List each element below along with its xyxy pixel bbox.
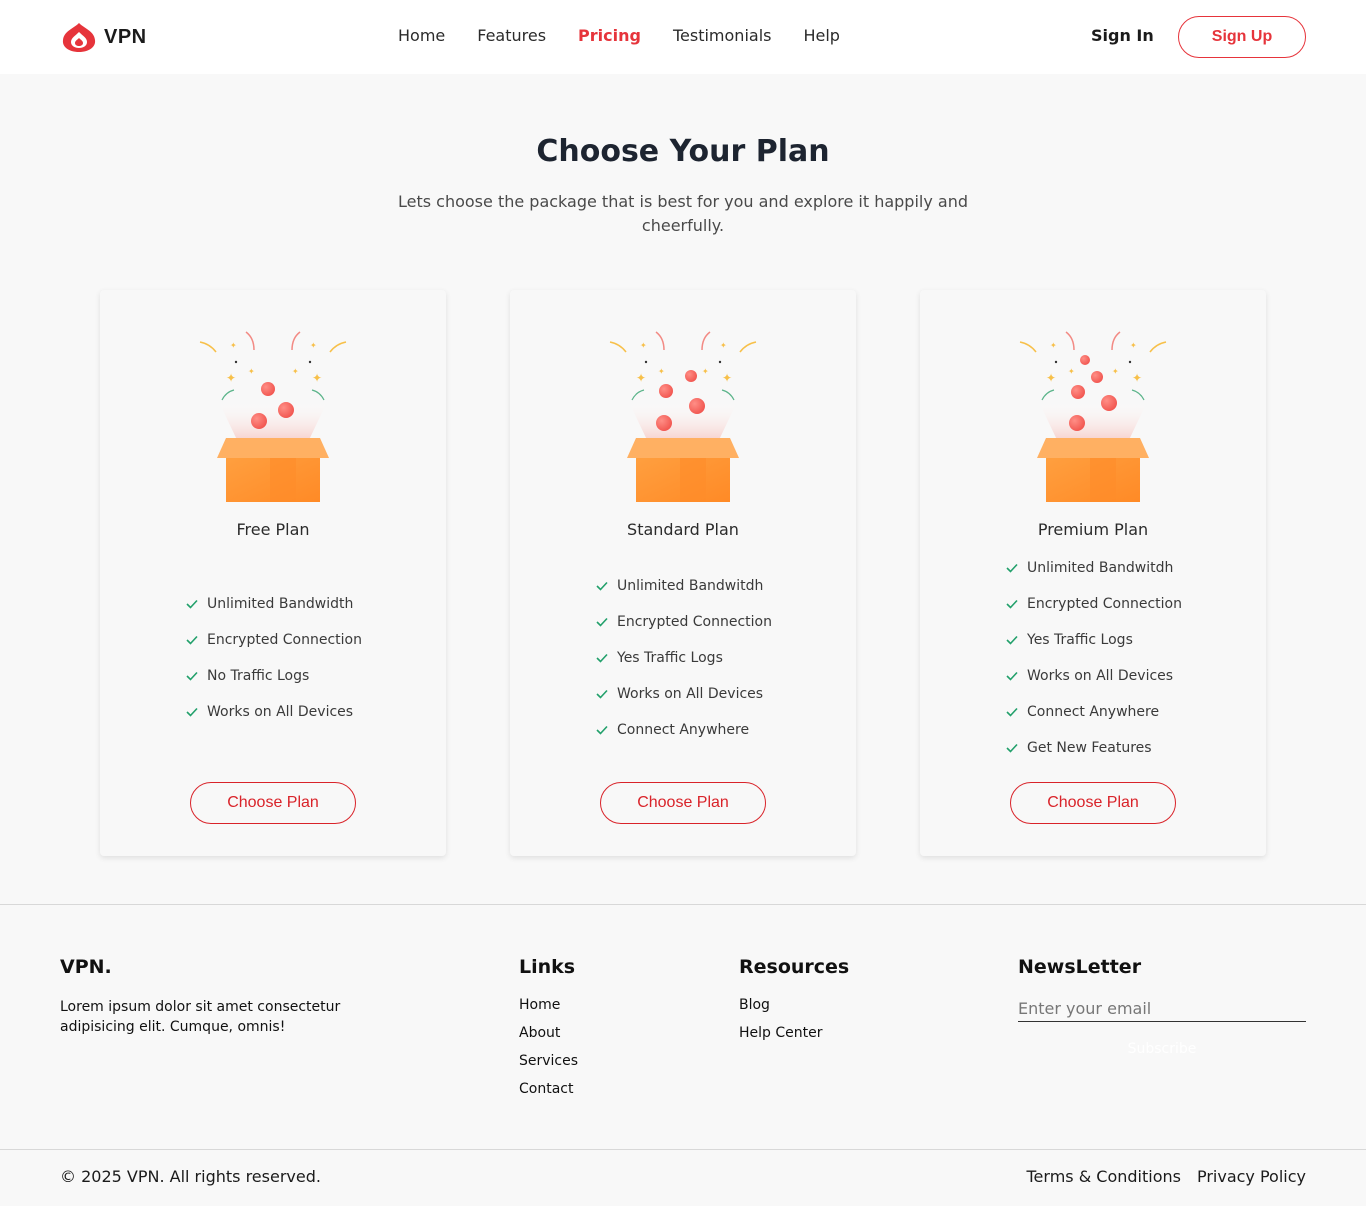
footer-links-title: Links xyxy=(519,956,576,978)
plan-name: Standard Plan xyxy=(627,520,739,539)
nav-testimonials[interactable]: Testimonials xyxy=(673,26,772,45)
svg-text:✦: ✦ xyxy=(312,371,322,385)
feature-item: Unlimited Bandwidth xyxy=(185,586,362,622)
feature-item: Encrypted Connection xyxy=(185,622,362,658)
footer-link-help-center[interactable]: Help Center xyxy=(739,1025,823,1053)
check-icon xyxy=(595,615,609,629)
feature-item: Get New Features xyxy=(1005,730,1182,766)
feature-item: Yes Traffic Logs xyxy=(1005,622,1182,658)
svg-text:✦: ✦ xyxy=(720,341,727,350)
feature-list: Unlimited Bandwitdh Encrypted Connection… xyxy=(595,568,772,748)
gift-box-icon: ✦ ✦ ✦ ✦ ✦ ✦ xyxy=(199,331,347,502)
svg-text:✦: ✦ xyxy=(310,341,317,350)
svg-text:✦: ✦ xyxy=(1112,367,1119,376)
svg-text:✦: ✦ xyxy=(230,341,237,350)
feature-item: Works on All Devices xyxy=(185,694,362,730)
logo[interactable]: VPN xyxy=(60,20,147,54)
svg-text:✦: ✦ xyxy=(636,371,646,385)
check-icon xyxy=(595,579,609,593)
feature-item: Encrypted Connection xyxy=(595,604,772,640)
logo-icon xyxy=(62,23,96,52)
nav-pricing[interactable]: Pricing xyxy=(578,26,641,45)
nav-help[interactable]: Help xyxy=(803,26,839,45)
check-icon xyxy=(1005,561,1019,575)
svg-text:✦: ✦ xyxy=(702,367,709,376)
svg-text:✦: ✦ xyxy=(1132,371,1142,385)
footer-divider xyxy=(0,904,1366,905)
plan-name: Free Plan xyxy=(236,520,310,539)
footer-description: Lorem ipsum dolor sit amet consectetur a… xyxy=(60,999,341,1035)
footer-resources: Blog Help Center xyxy=(739,997,823,1053)
plan-name: Premium Plan xyxy=(1037,520,1149,539)
svg-text:✦: ✦ xyxy=(292,367,299,376)
choose-plan-button[interactable]: Choose Plan xyxy=(600,782,766,824)
footer-newsletter-title: NewsLetter xyxy=(1018,956,1142,978)
svg-text:✦: ✦ xyxy=(1046,371,1056,385)
logo-text: VPN xyxy=(104,25,147,48)
feature-item: No Traffic Logs xyxy=(185,658,362,694)
feature-item: Encrypted Connection xyxy=(1005,586,1182,622)
feature-item: Connect Anywhere xyxy=(595,712,772,748)
page-title: Choose Your Plan xyxy=(536,134,830,169)
privacy-link[interactable]: Privacy Policy xyxy=(1197,1167,1306,1186)
footer-link-about[interactable]: About xyxy=(519,1025,578,1053)
footer-links: Home About Services Contact xyxy=(519,997,578,1109)
gift-box-icon: ✦ ✦ ✦ ✦ ✦ ✦ xyxy=(1019,331,1167,502)
page-subtitle: Lets choose the package that is best for… xyxy=(397,192,968,235)
feature-item: Yes Traffic Logs xyxy=(595,640,772,676)
check-icon xyxy=(595,723,609,737)
footer-link-services[interactable]: Services xyxy=(519,1053,578,1081)
svg-text:✦: ✦ xyxy=(1130,341,1137,350)
choose-plan-button[interactable]: Choose Plan xyxy=(1010,782,1176,824)
svg-text:✦: ✦ xyxy=(1050,341,1057,350)
feature-list: Unlimited Bandwidth Encrypted Connection… xyxy=(185,586,362,730)
sign-in-link[interactable]: Sign In xyxy=(1091,26,1154,45)
svg-text:✦: ✦ xyxy=(248,367,255,376)
footer-link-blog[interactable]: Blog xyxy=(739,997,823,1025)
svg-text:✦: ✦ xyxy=(722,371,732,385)
svg-text:✦: ✦ xyxy=(640,341,647,350)
check-icon xyxy=(185,597,199,611)
feature-list: Unlimited Bandwitdh Encrypted Connection… xyxy=(1005,550,1182,766)
site-header: VPN Home Features Pricing Testimonials H… xyxy=(0,0,1366,74)
feature-item: Works on All Devices xyxy=(1005,658,1182,694)
newsletter-email-input[interactable] xyxy=(1018,996,1306,1022)
check-icon xyxy=(1005,705,1019,719)
feature-item: Works on All Devices xyxy=(595,676,772,712)
nav-features[interactable]: Features xyxy=(477,26,546,45)
check-icon xyxy=(1005,741,1019,755)
legal-links: Terms & Conditions Privacy Policy xyxy=(1011,1167,1307,1186)
bottom-divider xyxy=(0,1149,1366,1150)
plan-card-standard: ✦ ✦ ✦ ✦ ✦ ✦ Standard Plan Unlimited Band… xyxy=(510,290,856,856)
terms-link[interactable]: Terms & Conditions xyxy=(1027,1167,1181,1186)
feature-item: Connect Anywhere xyxy=(1005,694,1182,730)
gift-box-icon: ✦ ✦ ✦ ✦ ✦ ✦ xyxy=(609,331,757,502)
nav-home[interactable]: Home xyxy=(398,26,445,45)
footer-link-contact[interactable]: Contact xyxy=(519,1081,578,1109)
footer-link-home[interactable]: Home xyxy=(519,997,578,1025)
check-icon xyxy=(185,705,199,719)
choose-plan-button[interactable]: Choose Plan xyxy=(190,782,356,824)
check-icon xyxy=(595,651,609,665)
subscribe-button[interactable]: Subscribe xyxy=(1018,1036,1306,1062)
svg-text:✦: ✦ xyxy=(226,371,236,385)
svg-text:✦: ✦ xyxy=(1068,367,1075,376)
feature-item: Unlimited Bandwitdh xyxy=(1005,550,1182,586)
check-icon xyxy=(1005,633,1019,647)
svg-text:✦: ✦ xyxy=(658,367,665,376)
plan-card-free: ✦ ✦ ✦ ✦ ✦ ✦ Free Plan Unlimited Bandwidt… xyxy=(100,290,446,856)
plan-card-premium: ✦ ✦ ✦ ✦ ✦ ✦ Premium Plan Unlimited Bandw… xyxy=(920,290,1266,856)
feature-item: Unlimited Bandwitdh xyxy=(595,568,772,604)
main-nav: Home Features Pricing Testimonials Help xyxy=(398,26,872,45)
footer-resources-title: Resources xyxy=(739,956,850,978)
copyright-text: © 2025 VPN. All rights reserved. xyxy=(60,1167,321,1186)
check-icon xyxy=(595,687,609,701)
footer-brand: VPN. xyxy=(60,956,112,978)
check-icon xyxy=(185,669,199,683)
sign-up-button[interactable]: Sign Up xyxy=(1178,16,1306,58)
check-icon xyxy=(1005,669,1019,683)
check-icon xyxy=(1005,597,1019,611)
check-icon xyxy=(185,633,199,647)
